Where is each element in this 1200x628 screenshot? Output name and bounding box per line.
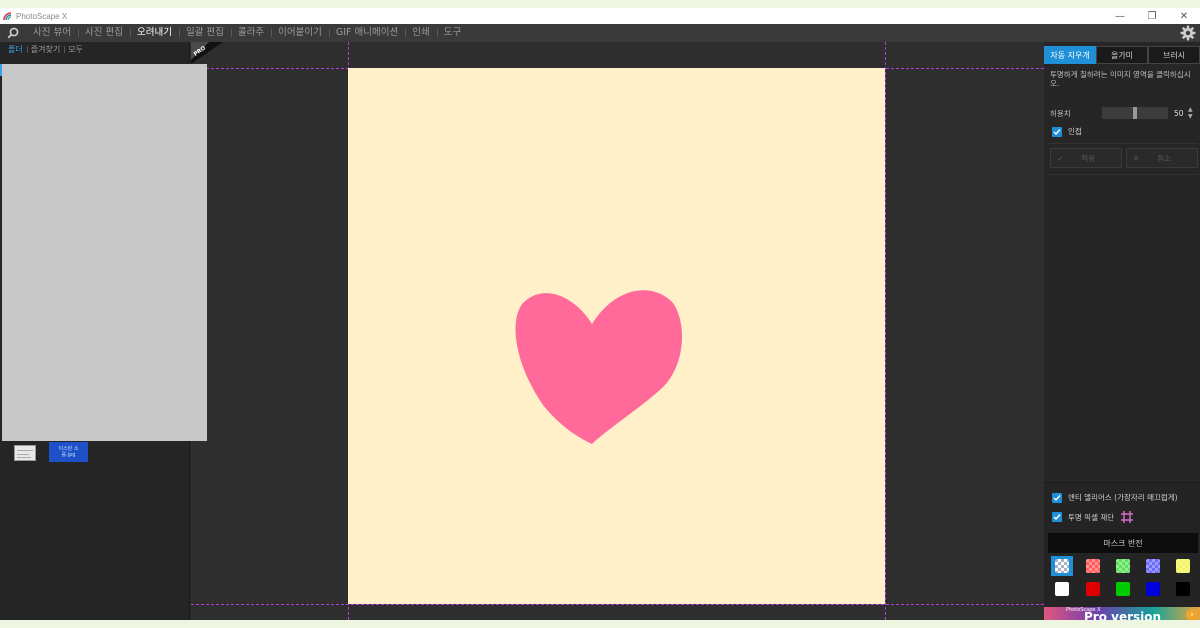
antialias-option[interactable]: 앤티 앨리어스 (가장자리 매끄럽게)	[1052, 492, 1178, 503]
instruction-text: 투명하게 칠하려는 이미지 영역을 클릭하십시오.	[1050, 70, 1191, 88]
menu-gif-animation[interactable]: GIF 애니메이션	[328, 24, 405, 42]
crop-icon[interactable]	[1120, 510, 1134, 524]
swatch-chip	[1176, 559, 1190, 573]
checkmark-icon	[1053, 494, 1061, 501]
title-bar: PhotoScape X — ❐ ✕	[0, 8, 1200, 24]
tolerance-label: 허용치	[1050, 108, 1071, 118]
browser-panel: 폴더 즐겨찾기 모두 이스탄 소 를.jpg	[0, 42, 207, 620]
thumbnail-label-line2: 를.jpg	[61, 452, 76, 458]
tool-options-panel: 자동 지우개 올가미 브러시 투명하게 칠하려는 이미지 영역을 클릭하십시오.…	[1044, 42, 1200, 620]
editing-canvas[interactable]: PRO	[191, 42, 1044, 620]
photoscape-logo-icon	[3, 12, 12, 21]
checkmark-icon: ✓	[1057, 153, 1064, 163]
search-button[interactable]	[0, 24, 26, 42]
tolerance-spinner-icon[interactable]: ▲ ▼	[1188, 106, 1193, 120]
settings-gear-icon[interactable]	[1180, 25, 1196, 41]
swatch-chip	[1146, 559, 1160, 573]
swatch-yellow-checker[interactable]	[1172, 556, 1194, 576]
maximize-button[interactable]: ❐	[1136, 8, 1168, 24]
adjacent-option[interactable]: 인접	[1052, 126, 1082, 137]
antialias-label: 앤티 앨리어스 (가장자리 매끄럽게)	[1068, 493, 1178, 502]
image-canvas[interactable]	[348, 68, 885, 604]
swatch-green-checker[interactable]	[1112, 556, 1134, 576]
tab-brush[interactable]: 브러시	[1148, 46, 1200, 64]
swatch-chip	[1055, 559, 1069, 573]
window-controls: — ❐ ✕	[1104, 8, 1200, 24]
trim-checkbox[interactable]	[1052, 512, 1062, 522]
adjacent-checkbox[interactable]	[1052, 126, 1062, 137]
swatch-chip	[1176, 582, 1190, 596]
swatch-white[interactable]	[1051, 579, 1073, 599]
menu-cut-out[interactable]: 오려내기	[129, 24, 179, 42]
section-divider	[1048, 143, 1198, 144]
menu-tools[interactable]: 도구	[436, 24, 468, 42]
app-title: PhotoScape X	[16, 11, 68, 21]
section-divider	[1048, 174, 1198, 175]
swatch-red[interactable]	[1082, 579, 1104, 599]
apply-label: 적용	[1081, 153, 1096, 163]
swatch-chip	[1086, 582, 1100, 596]
adjacent-label: 인접	[1068, 127, 1082, 136]
photoscape-window: PhotoScape X — ❐ ✕ 사진 뷰어 사진 편집 오려내기 일괄 편…	[0, 8, 1200, 620]
close-button[interactable]: ✕	[1168, 8, 1200, 24]
folder-tree-pane[interactable]	[2, 64, 207, 441]
tab-all[interactable]: 모두	[64, 44, 87, 55]
swatch-red-checker[interactable]	[1082, 556, 1104, 576]
swatch-transparent[interactable]	[1051, 556, 1073, 576]
swatch-green[interactable]	[1112, 579, 1134, 599]
swatch-blue[interactable]	[1142, 579, 1164, 599]
apply-button[interactable]: ✓ 적용	[1050, 148, 1122, 168]
close-icon: ✕	[1133, 153, 1140, 163]
swatch-chip	[1146, 582, 1160, 596]
menu-photo-viewer[interactable]: 사진 뷰어	[26, 24, 78, 42]
swatch-chip	[1116, 559, 1130, 573]
checkmark-icon	[1053, 128, 1061, 135]
tab-folders[interactable]: 폴더	[4, 44, 27, 55]
tolerance-slider-handle[interactable]	[1133, 107, 1137, 119]
trim-transparent-option[interactable]: 투명 픽셀 재단	[1052, 510, 1134, 524]
mask-invert-button[interactable]: 마스크 반전	[1048, 533, 1198, 553]
swatch-chip	[1086, 559, 1100, 573]
menu-print[interactable]: 인쇄	[405, 24, 436, 42]
tolerance-slider[interactable]	[1102, 107, 1168, 119]
selected-folder-marker	[0, 64, 2, 76]
tab-lasso[interactable]: 올가미	[1096, 46, 1148, 64]
menu-combine[interactable]: 이어붙이기	[271, 24, 329, 42]
swatch-chip	[1116, 582, 1130, 596]
minimize-button[interactable]: —	[1104, 8, 1136, 24]
thumbnail-item[interactable]	[14, 445, 36, 461]
checkmark-icon	[1053, 514, 1061, 521]
tolerance-row: 허용치 50 ▲ ▼	[1050, 106, 1198, 120]
menu-photo-editor[interactable]: 사진 편집	[77, 24, 130, 42]
swatch-black[interactable]	[1172, 579, 1194, 599]
menu-collage[interactable]: 콜라주	[230, 24, 271, 42]
menu-batch-editor[interactable]: 일괄 편집	[178, 24, 231, 42]
search-icon	[7, 27, 19, 39]
banner-title: Pro version	[1084, 610, 1162, 620]
trim-label: 투명 픽셀 재단	[1068, 512, 1115, 522]
swatch-blue-checker[interactable]	[1142, 556, 1164, 576]
pro-badge-ribbon: PRO	[191, 42, 223, 64]
cancel-label: 취소	[1157, 153, 1172, 163]
tolerance-value[interactable]: 50	[1174, 109, 1186, 118]
heart-shape	[515, 290, 683, 444]
tab-auto-eraser[interactable]: 자동 지우개	[1044, 46, 1096, 64]
cancel-button[interactable]: ✕ 취소	[1126, 148, 1198, 168]
cutout-tool-tabs: 자동 지우개 올가미 브러시	[1044, 46, 1200, 64]
chevron-right-icon[interactable]: ›	[1186, 609, 1198, 620]
guide-line-right	[885, 42, 886, 620]
thumbnail-item-selected[interactable]: 이스탄 소 를.jpg	[49, 442, 88, 462]
swatch-chip	[1055, 582, 1069, 596]
tab-favorites[interactable]: 즐겨찾기	[26, 44, 64, 55]
guide-line-bottom	[191, 604, 1044, 605]
antialias-checkbox[interactable]	[1052, 492, 1062, 503]
browser-tabs: 폴더 즐겨찾기 모두	[0, 42, 189, 56]
pro-version-banner[interactable]: PhotoScape X Pro version ›	[1044, 607, 1200, 620]
main-menu: 사진 뷰어 사진 편집 오려내기 일괄 편집 콜라주 이어붙이기 GIF 애니메…	[0, 24, 1200, 42]
